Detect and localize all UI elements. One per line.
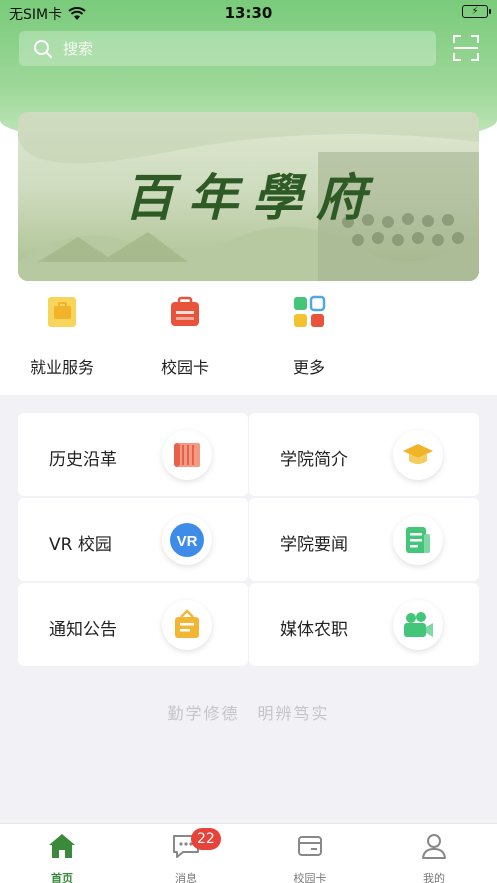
grid-card-media[interactable]: 媒体农职 [249,583,479,666]
quick-action-campus-card[interactable]: 校园卡 [135,294,235,378]
campus-card-icon [298,836,322,856]
card-label: 历史沿革 [49,450,117,470]
news-icon [393,515,443,565]
grid-more-icon [294,295,326,327]
tab-messages[interactable]: 消息 22 [141,828,231,883]
card-wallet-icon [171,296,199,326]
video-camera-icon [393,600,443,650]
grid-card-intro[interactable]: 学院简介 [249,413,479,496]
banner-title: 百年學府 [124,168,380,227]
tab-bar: 首页 消息 22 校园卡 我的 [0,823,497,883]
quick-action-label: 就业服务 [29,358,94,377]
search-icon [34,39,52,58]
banner[interactable]: 百年學府 [18,112,479,281]
card-label: 媒体农职 [280,620,348,640]
tab-label: 消息 [175,872,197,883]
unread-badge: 22 [191,828,221,850]
quick-action-label: 校园卡 [160,358,209,377]
grid-card-news[interactable]: 学院要闻 [249,498,479,581]
card-label: 通知公告 [49,620,117,640]
top-area: 无SIM卡 13:30 ⚡ 搜索 百年學府 就业服务 校园卡 更多 [0,0,497,395]
grid-card-history[interactable]: 历史沿革 [18,413,248,496]
svg-text:VR: VR [177,533,198,550]
graduation-cap-icon [393,430,443,480]
card-label: 学院要闻 [280,535,348,555]
tab-label: 我的 [423,872,445,883]
status-bar: 无SIM卡 13:30 ⚡ [0,0,497,26]
grid-card-notice[interactable]: 通知公告 [18,583,248,666]
notice-board-icon [162,600,212,650]
search-input[interactable]: 搜索 [63,38,93,59]
grid-card-vr[interactable]: VR 校园 VR [18,498,248,581]
user-icon [422,834,446,859]
scan-icon[interactable] [452,34,480,62]
tab-label: 首页 [51,872,73,883]
search-bar[interactable]: 搜索 [19,31,436,66]
card-label: 学院简介 [280,450,348,470]
tab-label: 校园卡 [293,872,327,883]
quick-action-label: 更多 [292,358,325,377]
vr-icon: VR [162,515,212,565]
status-time: 13:30 [224,4,273,22]
scroll-icon [162,430,212,480]
card-label: VR 校园 [49,535,112,555]
tab-campus-card[interactable]: 校园卡 [265,832,355,883]
tab-mine[interactable]: 我的 [389,832,479,883]
briefcase-icon [48,297,76,327]
tab-home[interactable]: 首页 [17,832,107,883]
home-icon [49,834,75,858]
battery-icon: ⚡ [462,5,491,18]
quick-action-more[interactable]: 更多 [259,294,359,378]
motto: 勤学修德 明辨笃实 [167,704,330,723]
quick-action-employment[interactable]: 就业服务 [12,294,112,378]
